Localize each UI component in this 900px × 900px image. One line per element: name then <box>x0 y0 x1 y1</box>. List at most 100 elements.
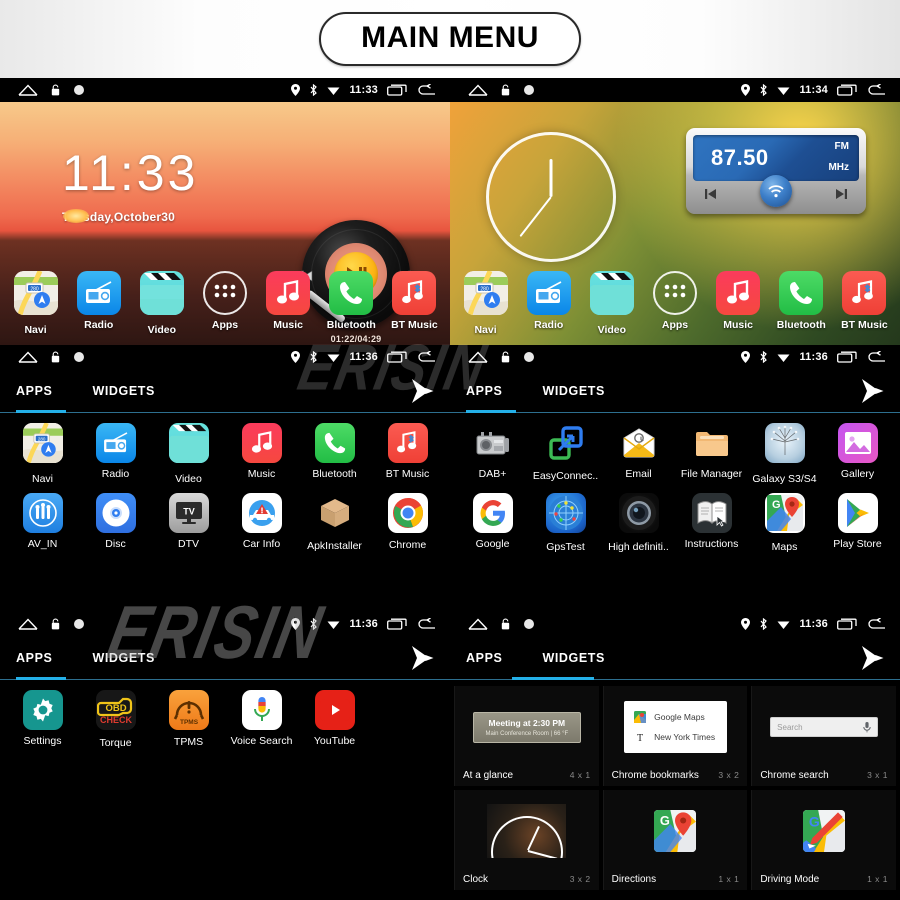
circle-dot-icon[interactable] <box>523 618 535 630</box>
tab-apps[interactable]: APPS <box>16 636 70 680</box>
app-tpms[interactable]: TPMS TPMS <box>152 690 225 749</box>
home-icon[interactable] <box>468 351 488 363</box>
widget-clock[interactable]: Clock 3 x 2 <box>454 790 599 890</box>
dock-item-apps[interactable]: Apps <box>645 271 705 331</box>
dock-item-radio[interactable]: Radio <box>519 271 579 331</box>
app-youtube[interactable]: YouTube <box>298 690 371 749</box>
play-store-icon[interactable] <box>408 377 436 410</box>
tab-apps[interactable]: APPS <box>466 636 520 680</box>
tab-apps[interactable]: APPS <box>16 369 70 413</box>
dock-item-music[interactable]: Music <box>258 271 318 331</box>
app-google[interactable]: Google <box>456 493 529 553</box>
app-gallery[interactable]: Gallery <box>821 423 894 485</box>
app-high-definition[interactable]: High definiti.. <box>602 493 675 553</box>
analog-clock-widget[interactable] <box>486 132 616 262</box>
tab-widgets[interactable]: WIDGETS <box>92 369 173 413</box>
app-voice-search[interactable]: Voice Search <box>225 690 298 749</box>
widget-chrome-search[interactable]: Search Chrome search 3 x 1 <box>751 686 896 786</box>
tune-down-icon[interactable] <box>703 188 719 200</box>
dock-item-navi[interactable]: 280 Navi <box>6 271 66 336</box>
recents-icon[interactable] <box>387 618 407 630</box>
dock-item-video[interactable]: Video <box>582 271 642 336</box>
dock-item-music[interactable]: Music <box>708 271 768 331</box>
lock-icon[interactable] <box>501 84 510 96</box>
app-label: ApkInstaller <box>307 540 362 552</box>
back-icon[interactable] <box>416 618 436 630</box>
app-disc[interactable]: Disc <box>79 493 152 552</box>
widget-directions[interactable]: G Directions 1 x 1 <box>602 790 748 890</box>
app-email[interactable]: Email <box>602 423 675 485</box>
tab-widgets[interactable]: WIDGETS <box>542 636 623 680</box>
app-play-store[interactable]: Play Store <box>821 493 894 553</box>
play-store-icon[interactable] <box>408 644 436 677</box>
app-music[interactable]: Music <box>225 423 298 485</box>
back-icon[interactable] <box>866 618 886 630</box>
app-file-manager[interactable]: File Manager <box>675 423 748 485</box>
app-dab[interactable]: DAB+ <box>456 423 529 485</box>
recents-icon[interactable] <box>387 351 407 363</box>
play-store-icon[interactable] <box>858 644 886 677</box>
app-video[interactable]: Video <box>152 423 225 485</box>
lock-icon[interactable] <box>51 618 60 630</box>
dock-item-bluetooth[interactable]: Bluetooth <box>321 271 381 331</box>
apps-grid-page3: Settings OBD CHECK Torque TPMS TPMS Voice… <box>0 680 450 749</box>
widget-at-a-glance[interactable]: Meeting at 2:30 PM Main Conference Room … <box>454 686 599 786</box>
app-car-info[interactable]: Car Info <box>225 493 298 552</box>
circle-dot-icon[interactable] <box>73 84 85 96</box>
app-easyconnect[interactable]: EasyConnec.. <box>529 423 602 485</box>
back-icon[interactable] <box>866 84 886 96</box>
back-icon[interactable] <box>866 351 886 363</box>
app-av-in[interactable]: AV_IN <box>6 493 79 552</box>
dock-item-bt-music[interactable]: BT Music <box>384 271 444 331</box>
recents-icon[interactable] <box>837 351 857 363</box>
recents-icon[interactable] <box>837 84 857 96</box>
dock-item-bluetooth[interactable]: Bluetooth <box>771 271 831 331</box>
home-icon[interactable] <box>468 84 488 96</box>
dock-item-radio[interactable]: Radio <box>69 271 129 331</box>
scan-icon[interactable] <box>760 175 792 207</box>
circle-dot-icon[interactable] <box>73 618 85 630</box>
back-icon[interactable] <box>416 84 436 96</box>
circle-dot-icon[interactable] <box>523 351 535 363</box>
tab-widgets[interactable]: WIDGETS <box>92 636 173 680</box>
dock-item-video[interactable]: Video <box>132 271 192 336</box>
circle-dot-icon[interactable] <box>523 84 535 96</box>
lock-icon[interactable] <box>51 351 60 363</box>
home-icon[interactable] <box>18 84 38 96</box>
recents-icon[interactable] <box>387 84 407 96</box>
app-chrome[interactable]: Chrome <box>371 493 444 552</box>
play-store-icon[interactable] <box>858 377 886 410</box>
app-bt-music[interactable]: BT Music <box>371 423 444 485</box>
app-galaxy[interactable]: Galaxy S3/S4 <box>748 423 821 485</box>
home-icon[interactable] <box>18 618 38 630</box>
tab-widgets[interactable]: WIDGETS <box>542 369 623 413</box>
app-radio[interactable]: Radio <box>79 423 152 485</box>
app-gps-test[interactable]: GpsTest <box>529 493 602 553</box>
tune-up-icon[interactable] <box>833 188 849 200</box>
radio-widget[interactable]: 87.50 FM MHz <box>686 128 866 214</box>
app-torque[interactable]: OBD CHECK Torque <box>79 690 152 749</box>
tab-apps[interactable]: APPS <box>466 369 520 413</box>
app-navi[interactable]: 280 Navi <box>6 423 79 485</box>
lock-icon[interactable] <box>501 351 510 363</box>
app-dtv[interactable]: TV DTV <box>152 493 225 552</box>
clock-widget[interactable]: 11:33 Tuesday,October30 <box>62 148 198 224</box>
dock-item-bt-music[interactable]: BT Music <box>834 271 894 331</box>
recents-icon[interactable] <box>837 618 857 630</box>
widget-chrome-bookmarks[interactable]: Google Maps T New York Times Chrome book… <box>602 686 748 786</box>
app-settings[interactable]: Settings <box>6 690 79 749</box>
home-icon[interactable] <box>18 351 38 363</box>
screen-apps-page2: 11:36 APPS WIDGETS DAB+ EasyConnec.. Ema… <box>450 345 900 612</box>
home-icon[interactable] <box>468 618 488 630</box>
circle-dot-icon[interactable] <box>73 351 85 363</box>
app-maps[interactable]: G Maps <box>748 493 821 553</box>
app-bluetooth[interactable]: Bluetooth <box>298 423 371 485</box>
widget-driving-mode[interactable]: G Driving Mode 1 x 1 <box>751 790 896 890</box>
lock-icon[interactable] <box>51 84 60 96</box>
app-instructions[interactable]: Instructions <box>675 493 748 553</box>
dock-item-navi[interactable]: 280 Navi <box>456 271 516 336</box>
lock-icon[interactable] <box>501 618 510 630</box>
back-icon[interactable] <box>416 351 436 363</box>
app-apk-installer[interactable]: ApkInstaller <box>298 493 371 552</box>
dock-item-apps[interactable]: Apps <box>195 271 255 331</box>
